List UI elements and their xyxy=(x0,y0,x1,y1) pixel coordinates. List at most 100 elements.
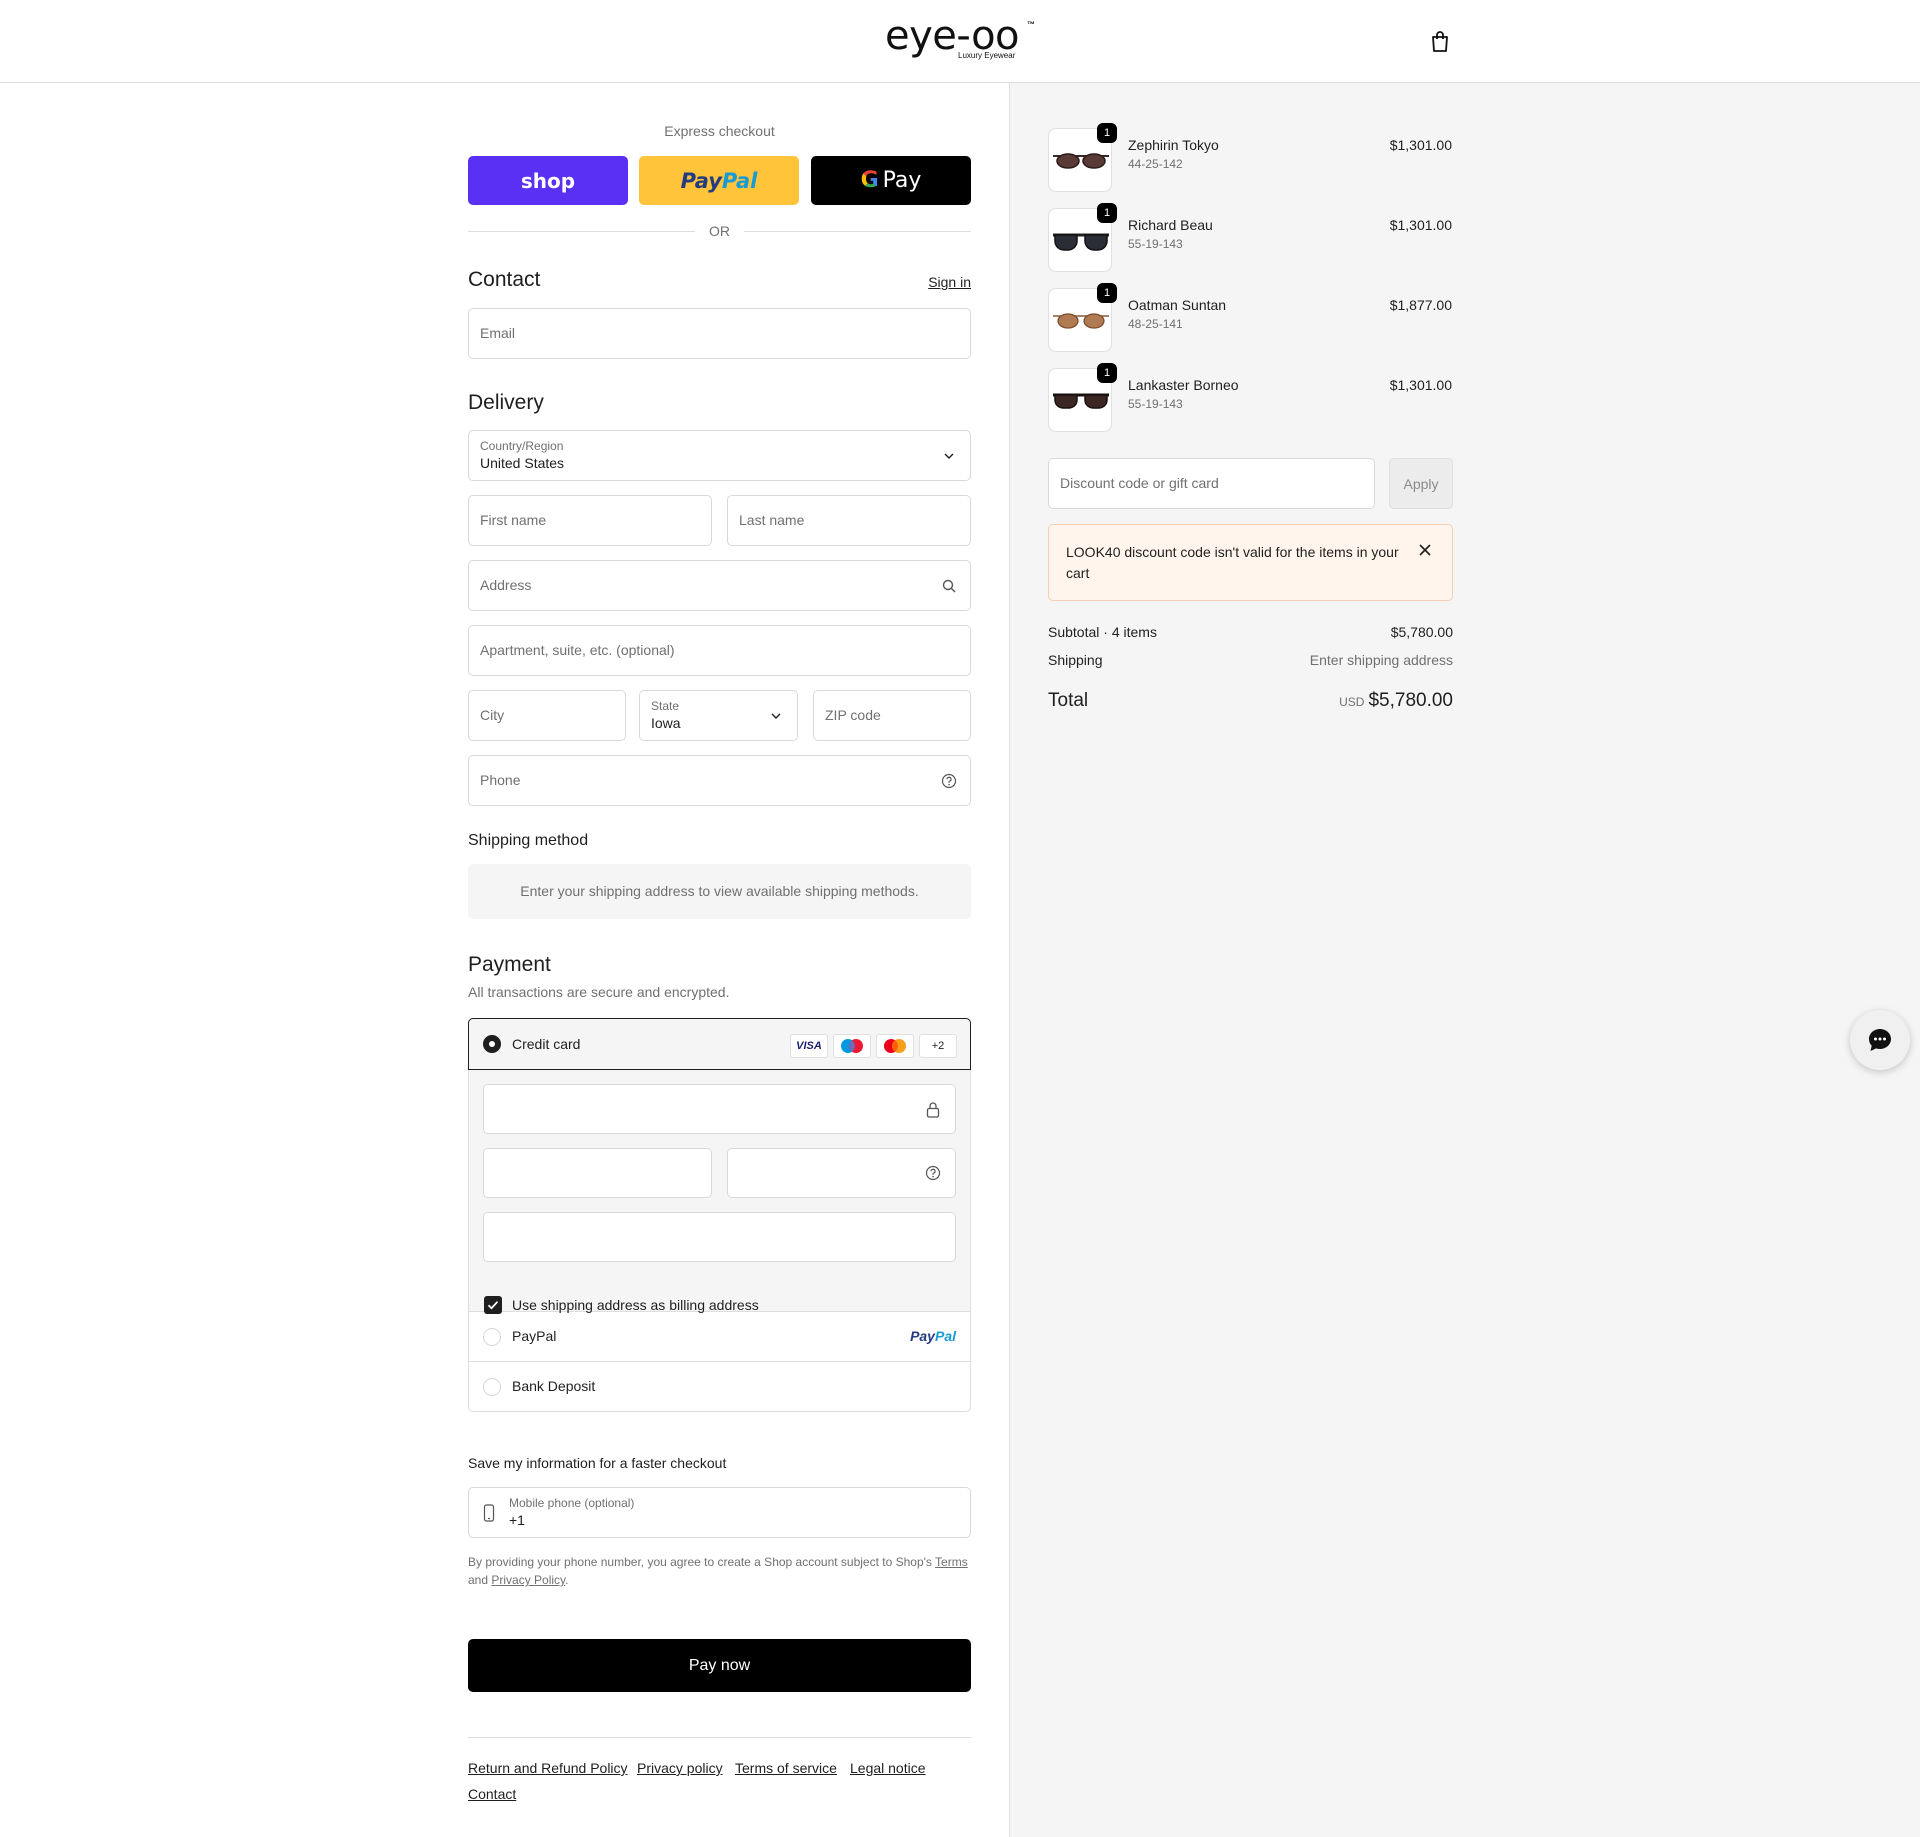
state-select[interactable]: State Iowa xyxy=(639,690,798,741)
mobile-phone-field[interactable]: Mobile phone (optional) +1 xyxy=(468,1487,971,1538)
product-price: $1,877.00 xyxy=(1389,297,1452,313)
chat-button[interactable] xyxy=(1850,1010,1910,1070)
shop-legal-text: By providing your phone number, you agre… xyxy=(468,1553,971,1589)
mobile-phone-value: +1 xyxy=(509,1512,525,1528)
state-label: State xyxy=(651,699,680,713)
logo[interactable]: eye-oo ™ Luxury Eyewear xyxy=(885,14,1040,64)
first-name-field[interactable]: First name xyxy=(468,495,712,546)
visa-label: VISA xyxy=(796,1040,822,1052)
first-name-placeholder: First name xyxy=(480,512,547,528)
paypal-express-button[interactable]: Pay Pal xyxy=(639,156,799,205)
express-checkout-label: Express checkout xyxy=(664,123,775,139)
payment-heading: Payment xyxy=(468,953,551,976)
cart-item: 1 Richard Beau 55-19-143 $1,301.00 xyxy=(1048,203,1452,274)
address-placeholder: Address xyxy=(480,577,532,593)
security-code-field[interactable] xyxy=(727,1148,956,1198)
credit-card-radio[interactable] xyxy=(483,1035,501,1053)
paypal-radio[interactable] xyxy=(483,1328,501,1346)
shipping-value: Enter shipping address xyxy=(1309,652,1453,668)
help-circle-icon[interactable] xyxy=(941,773,957,789)
shop-terms-link[interactable]: Terms xyxy=(935,1555,968,1569)
state-value: Iowa xyxy=(651,715,681,731)
close-icon[interactable] xyxy=(1418,543,1432,557)
expiration-date-field[interactable] xyxy=(483,1148,712,1198)
phone-field[interactable]: Phone xyxy=(468,755,971,806)
shipping-method-heading: Shipping method xyxy=(468,832,589,849)
zip-field[interactable]: ZIP code xyxy=(813,690,971,741)
shipping-label: Shipping xyxy=(1048,652,1103,668)
apply-label: Apply xyxy=(1403,475,1439,492)
legal-notice-link[interactable]: Legal notice xyxy=(850,1760,926,1776)
mobile-phone-icon xyxy=(483,1504,495,1522)
site-header: eye-oo ™ Luxury Eyewear xyxy=(0,0,1920,83)
product-price: $1,301.00 xyxy=(1389,137,1452,153)
name-on-card-field[interactable] xyxy=(483,1212,956,1262)
paypal-logo-pay: Pay xyxy=(910,1328,935,1344)
bank-deposit-radio[interactable] xyxy=(483,1378,501,1396)
product-variant: 48-25-141 xyxy=(1128,317,1183,331)
help-circle-icon[interactable] xyxy=(925,1165,941,1181)
shop-legal-prefix: By providing your phone number, you agre… xyxy=(468,1555,932,1569)
bank-deposit-label: Bank Deposit xyxy=(512,1378,596,1394)
apply-discount-button[interactable]: Apply xyxy=(1389,458,1453,509)
pay-now-label: Pay now xyxy=(688,1656,751,1674)
shopping-bag-icon[interactable] xyxy=(1429,30,1451,54)
product-name: Richard Beau xyxy=(1128,217,1213,233)
contact-link[interactable]: Contact xyxy=(468,1786,516,1802)
contact-heading: Contact xyxy=(468,268,541,291)
refund-policy-link[interactable]: Return and Refund Policy xyxy=(468,1760,628,1776)
country-label: Country/Region xyxy=(480,439,564,453)
google-g-icon: G xyxy=(860,168,879,193)
last-name-field[interactable]: Last name xyxy=(727,495,971,546)
shipping-method-note: Enter your shipping address to view avai… xyxy=(468,864,971,919)
terms-of-service-link[interactable]: Terms of service xyxy=(735,1760,837,1776)
paypal-wordmark-pal: Pal xyxy=(721,168,758,193)
subtotal-value: $5,780.00 xyxy=(1390,624,1453,640)
visa-icon: VISA xyxy=(790,1034,828,1058)
product-variant: 44-25-142 xyxy=(1128,157,1183,171)
currency-code: USD xyxy=(1339,695,1365,709)
payment-methods: Credit card VISA +2 Use shipping address… xyxy=(468,1018,971,1412)
credit-card-form: Use shipping address as billing address xyxy=(469,1070,970,1314)
product-price: $1,301.00 xyxy=(1389,217,1452,233)
logo-tagline: Luxury Eyewear xyxy=(958,51,1016,60)
chat-bubble-icon xyxy=(1869,1029,1891,1051)
cart-item: 1 Lankaster Borneo 55-19-143 $1,301.00 xyxy=(1048,363,1452,434)
chevron-down-icon xyxy=(771,713,781,719)
privacy-policy-link[interactable]: Privacy policy xyxy=(637,1760,723,1776)
product-variant: 55-19-143 xyxy=(1128,397,1183,411)
email-field[interactable]: Email xyxy=(468,308,971,359)
bank-deposit-option[interactable]: Bank Deposit xyxy=(469,1362,970,1412)
discount-code-field[interactable]: Discount code or gift card xyxy=(1048,458,1375,509)
discount-placeholder: Discount code or gift card xyxy=(1060,475,1219,491)
shop-privacy-link[interactable]: Privacy Policy xyxy=(491,1573,565,1587)
google-pay-label: Pay xyxy=(882,168,922,193)
billing-address-label: Use shipping address as billing address xyxy=(512,1297,759,1313)
paypal-option[interactable]: PayPal PayPal xyxy=(469,1312,970,1362)
credit-card-option[interactable]: Credit card VISA +2 xyxy=(468,1018,971,1070)
credit-card-label: Credit card xyxy=(512,1036,581,1052)
google-pay-button[interactable]: G Pay xyxy=(811,156,971,205)
email-placeholder: Email xyxy=(480,325,516,341)
card-number-field[interactable] xyxy=(483,1084,956,1134)
address-field[interactable]: Address xyxy=(468,560,971,611)
country-select[interactable]: Country/Region United States xyxy=(468,430,971,481)
city-field[interactable]: City xyxy=(468,690,626,741)
cart-item: 1 Zephirin Tokyo 44-25-142 $1,301.00 xyxy=(1048,123,1452,194)
paypal-logo-pal: Pal xyxy=(934,1328,956,1344)
paypal-logo: PayPal xyxy=(910,1328,956,1344)
pay-now-button[interactable]: Pay now xyxy=(468,1639,971,1692)
sign-in-link[interactable]: Sign in xyxy=(928,274,971,290)
quantity-badge: 1 xyxy=(1097,363,1117,383)
paypal-wordmark-pay: Pay xyxy=(680,168,722,193)
product-price: $1,301.00 xyxy=(1389,377,1452,393)
chevron-down-icon xyxy=(944,453,954,459)
shop-legal-period: . xyxy=(565,1573,569,1587)
subtotal-label: Subtotal · 4 items xyxy=(1048,624,1157,640)
apartment-field[interactable]: Apartment, suite, etc. (optional) xyxy=(468,625,971,676)
maestro-icon xyxy=(833,1034,871,1058)
shop-pay-label: shop xyxy=(520,168,576,193)
shop-pay-button[interactable]: shop xyxy=(468,156,628,205)
paypal-label: PayPal xyxy=(512,1328,557,1344)
mastercard-icon xyxy=(876,1034,914,1058)
